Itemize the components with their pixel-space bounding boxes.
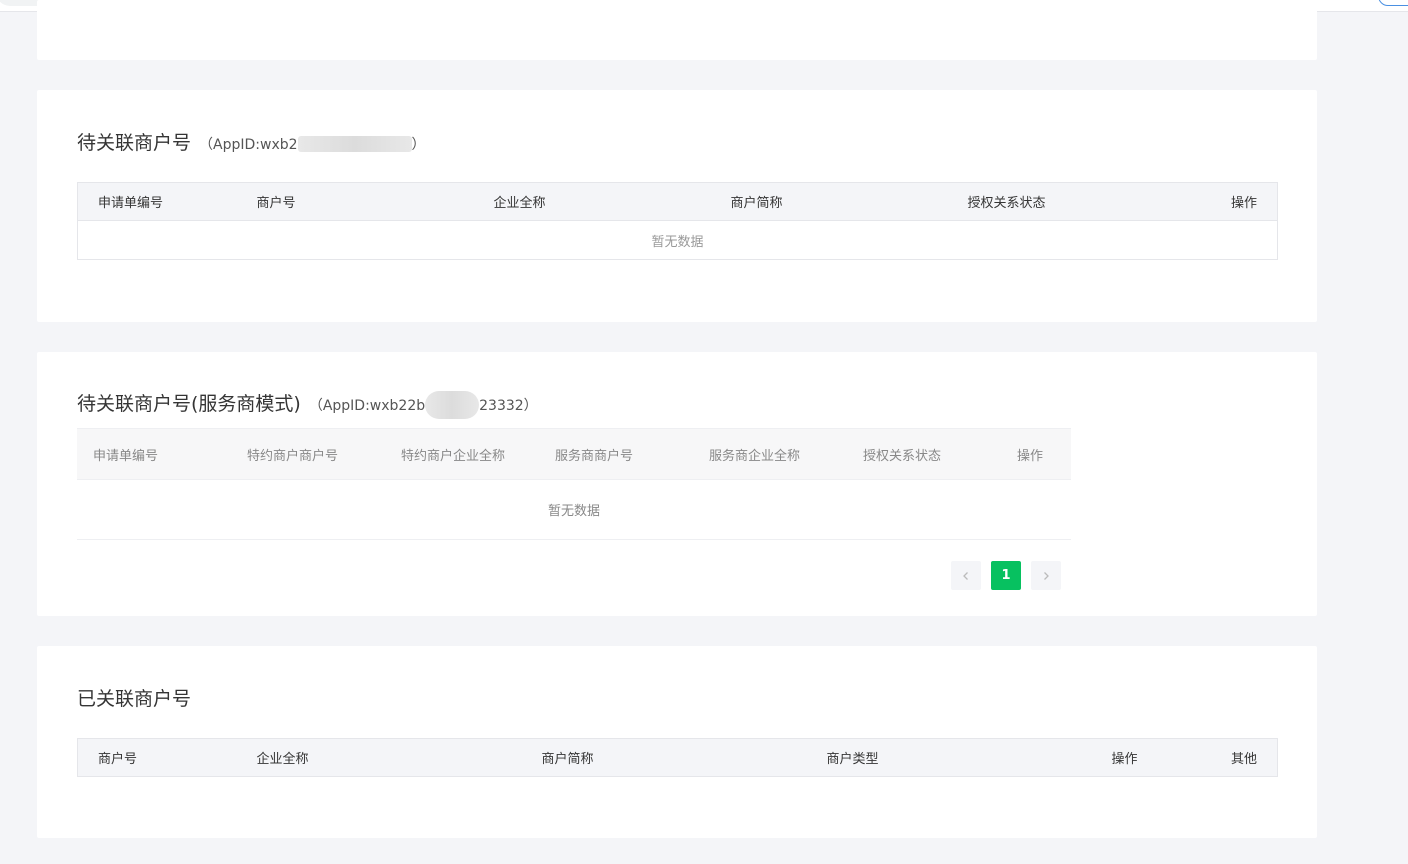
chevron-right-icon	[1044, 571, 1049, 580]
col-merchant-short-name: 商户简称	[521, 738, 807, 777]
pending-merchant-table: 申请单编号 商户号 企业全称 商户简称 授权关系状态 操作 暂无数据	[77, 182, 1278, 260]
col-auth-status: 授权关系状态	[847, 428, 1001, 480]
provider-mode-card: 待关联商户号(服务商模式) （AppID:wxb22b 23332） 申请单编号…	[37, 352, 1317, 616]
col-other: 其他	[1191, 738, 1278, 777]
table-header-row: 申请单编号 特约商户商户号 特约商户企业全称 服务商商户号 服务商企业全称 授权…	[77, 428, 1071, 480]
provider-mode-title: 待关联商户号(服务商模式)	[77, 393, 301, 415]
table-header-row: 申请单编号 商户号 企业全称 商户简称 授权关系状态 操作	[77, 182, 1278, 221]
col-merchant-type: 商户类型	[806, 738, 1092, 777]
empty-row: 暂无数据	[78, 221, 1278, 260]
linked-merchant-card: 已关联商户号 商户号 企业全称 商户简称 商户类型 操作 其他	[37, 646, 1317, 838]
next-page-button[interactable]	[1031, 561, 1061, 590]
chevron-left-icon	[963, 571, 968, 580]
page-number-button[interactable]: 1	[991, 561, 1021, 590]
prev-page-button[interactable]	[951, 561, 981, 590]
provider-mode-heading: 待关联商户号(服务商模式) （AppID:wxb22b 23332）	[77, 389, 538, 419]
col-application-no: 申请单编号	[77, 428, 231, 480]
appid-suffix: ）	[411, 137, 426, 153]
pending-appid: （AppID:wxb2 ）	[199, 134, 426, 154]
col-application-no: 申请单编号	[77, 182, 237, 221]
provider-appid: （AppID:wxb22b 23332）	[309, 391, 538, 419]
col-company-name: 企业全称	[473, 182, 711, 221]
empty-row: 暂无数据	[77, 479, 1071, 540]
profile-button[interactable]	[1378, 0, 1408, 6]
col-actions: 操作	[1001, 428, 1071, 480]
pending-merchant-title: 待关联商户号	[77, 132, 192, 154]
empty-text: 暂无数据	[651, 234, 704, 250]
appid-prefix: （AppID:wxb22b	[308, 398, 426, 414]
appid-mask	[297, 136, 412, 152]
col-sub-merchant-company: 特约商户企业全称	[385, 428, 539, 480]
col-actions: 操作	[1127, 182, 1278, 221]
col-sub-merchant-no: 特约商户商户号	[231, 428, 385, 480]
pending-merchant-card: 待关联商户号 （AppID:wxb2 ） 申请单编号 商户号 企业全称 商户简称…	[37, 90, 1317, 322]
col-actions: 操作	[1091, 738, 1192, 777]
appid-mask	[425, 391, 480, 419]
empty-text: 暂无数据	[77, 479, 1071, 540]
pending-merchant-heading: 待关联商户号 （AppID:wxb2 ）	[77, 128, 426, 155]
col-company-name: 企业全称	[236, 738, 522, 777]
linked-merchant-table: 商户号 企业全称 商户简称 商户类型 操作 其他	[77, 738, 1278, 777]
col-merchant-no: 商户号	[236, 182, 474, 221]
col-auth-status: 授权关系状态	[947, 182, 1128, 221]
col-provider-company: 服务商企业全称	[693, 428, 847, 480]
pagination: 1	[951, 561, 1061, 590]
appid-prefix: （AppID:wxb2	[199, 137, 298, 153]
linked-merchant-title: 已关联商户号	[77, 688, 192, 710]
linked-merchant-heading: 已关联商户号	[77, 684, 191, 711]
appid-suffix: 23332）	[479, 398, 538, 414]
col-merchant-short-name: 商户简称	[710, 182, 948, 221]
col-merchant-no: 商户号	[77, 738, 237, 777]
provider-mode-table: 申请单编号 特约商户商户号 特约商户企业全称 服务商商户号 服务商企业全称 授权…	[77, 428, 1071, 540]
col-provider-merchant-no: 服务商商户号	[539, 428, 693, 480]
previous-section-card	[37, 0, 1317, 60]
table-header-row: 商户号 企业全称 商户简称 商户类型 操作 其他	[77, 738, 1278, 777]
